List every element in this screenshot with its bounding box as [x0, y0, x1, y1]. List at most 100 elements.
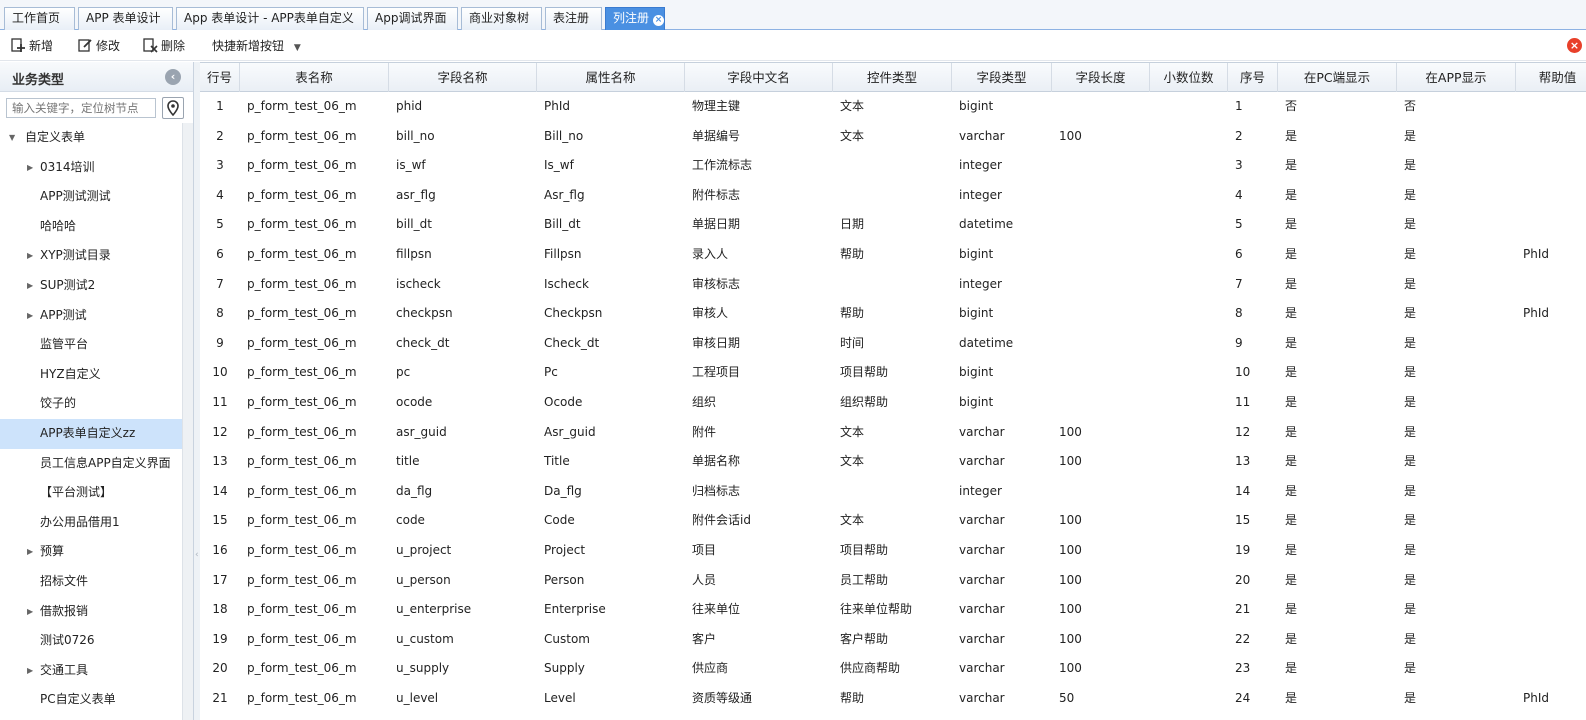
tree-item[interactable]: 哈哈哈 — [0, 212, 182, 242]
column-header[interactable]: 帮助值 — [1516, 63, 1586, 92]
table-cell: Project — [544, 543, 586, 557]
column-header[interactable]: 在APP显示 — [1397, 63, 1516, 92]
tree-item[interactable]: ▶ 交通工具 — [0, 656, 182, 686]
collapse-left-icon[interactable]: ‹ — [165, 69, 181, 85]
tree-item[interactable]: 测试0726 — [0, 626, 182, 656]
tab-table-register[interactable]: 表注册 — [545, 7, 602, 30]
tree-item[interactable]: 饺子的 — [0, 389, 182, 419]
tree-item[interactable]: APP表单自定义zz — [0, 419, 182, 449]
table-cell — [1516, 536, 1586, 566]
table-cell: bill_no — [396, 128, 435, 143]
collapsed-arrow-icon[interactable]: ▶ — [27, 597, 33, 626]
collapsed-arrow-icon[interactable]: ▶ — [27, 301, 33, 330]
tab-column-register[interactable]: 列注册 × — [605, 7, 665, 30]
table-cell: 是 — [1404, 543, 1417, 557]
column-header[interactable]: 字段长度 — [1052, 63, 1150, 92]
collapsed-arrow-icon[interactable]: ▶ — [27, 537, 33, 566]
table-cell — [1052, 181, 1150, 211]
tree-item[interactable]: 办公用品借用1 — [0, 508, 182, 538]
table-row[interactable]: 5 p_form_test_06_m bill_dt Bill_dt 单据日期 日期 dat… — [200, 210, 1586, 240]
column-header[interactable]: 在PC端显示 — [1278, 63, 1397, 92]
table-cell: 审核日期 — [692, 335, 741, 350]
table-cell: 是 — [1285, 454, 1298, 469]
column-header[interactable]: 表名称 — [240, 63, 389, 92]
tab-app-debug[interactable]: App调试界面 — [367, 7, 458, 30]
column-header[interactable]: 控件类型 — [833, 63, 952, 92]
column-header[interactable]: 字段类型 — [952, 63, 1052, 92]
edit-button[interactable]: 修改 — [77, 37, 120, 55]
tree-item[interactable]: PC自定义表单 — [0, 685, 182, 715]
tree-item[interactable]: ▶ 预算 — [0, 537, 182, 567]
table-row[interactable]: 10 p_form_test_06_m pc Pc 工程项目 项目帮助 bigint 10 是 是 — [200, 358, 1586, 388]
tree-item[interactable]: ▶ APP测试 — [0, 301, 182, 331]
table-cell: 7 — [216, 276, 224, 291]
column-header[interactable]: 属性名称 — [537, 63, 685, 92]
column-header[interactable]: 小数位数 — [1150, 63, 1228, 92]
table-cell: bill_dt — [396, 217, 432, 232]
tab-app-form-design[interactable]: APP 表单设计 — [78, 7, 173, 30]
tree-item[interactable]: 招标文件 — [0, 567, 182, 597]
collapsed-arrow-icon[interactable]: ▶ — [27, 241, 33, 270]
table-cell: 帮助 — [840, 247, 865, 261]
quick-add-dropdown[interactable]: 快捷新增按钮 ▼ — [212, 37, 301, 55]
tree-item[interactable]: APP测试测试 — [0, 182, 182, 212]
tree-item[interactable]: 【平台测试】 — [0, 478, 182, 508]
tab-business-object-tree[interactable]: 商业对象树 — [461, 7, 542, 30]
table-row[interactable]: 18 p_form_test_06_m u_enterprise Enterprise… — [200, 595, 1586, 625]
tree-item[interactable]: ▼ 自定义表单 — [0, 123, 182, 153]
table-cell: 附件会话id — [692, 513, 751, 528]
table-row[interactable]: 19 p_form_test_06_m u_custom Custom 客户 客户帮助 va… — [200, 625, 1586, 655]
table-row[interactable]: 16 p_form_test_06_m u_project Project 项目 项目帮助… — [200, 536, 1586, 566]
tab-close-icon[interactable]: × — [653, 15, 664, 26]
table-row[interactable]: 7 p_form_test_06_m ischeck Ischeck 审核标志 integ… — [200, 270, 1586, 300]
table-row[interactable]: 12 p_form_test_06_m asr_guid Asr_guid 附件 文本 va… — [200, 418, 1586, 448]
tree-item[interactable]: HYZ自定义 — [0, 360, 182, 390]
table-cell: 客户 — [692, 631, 717, 646]
column-header[interactable]: 字段中文名 — [685, 63, 833, 92]
tree-item-label: 招标文件 — [40, 574, 89, 588]
table-cell: Fillpsn — [544, 247, 582, 261]
tree-item[interactable]: ▶ 借款报销 — [0, 597, 182, 627]
table-cell: 是 — [1285, 631, 1298, 646]
add-button[interactable]: 新增 — [10, 37, 53, 55]
tree-item[interactable]: 员工信息APP自定义界面 — [0, 449, 182, 479]
table-row[interactable]: 8 p_form_test_06_m checkpsn Checkpsn 审核人 帮助 bi… — [200, 299, 1586, 329]
close-icon[interactable]: × — [1567, 38, 1582, 53]
table-row[interactable]: 6 p_form_test_06_m fillpsn Fillpsn 录入人 帮助 bigi… — [200, 240, 1586, 270]
tab-app-form-custom[interactable]: App 表单设计 - APP表单自定义 — [176, 7, 364, 30]
table-row[interactable]: 2 p_form_test_06_m bill_no Bill_no 单据编号 文本 var… — [200, 122, 1586, 152]
table-row[interactable]: 3 p_form_test_06_m is_wf Is_wf 工作流标志 integer 3… — [200, 151, 1586, 181]
column-header[interactable]: 序号 — [1228, 63, 1278, 92]
column-header[interactable]: 字段名称 — [389, 63, 537, 92]
tree-item[interactable]: ▶ SUP测试2 — [0, 271, 182, 301]
tree-item[interactable]: ▶ XYP测试目录 — [0, 241, 182, 271]
column-header[interactable]: 行号 — [200, 63, 240, 92]
table-cell: 是 — [1285, 128, 1298, 143]
tree-search-input[interactable] — [6, 98, 156, 118]
delete-button[interactable]: 删除 — [142, 37, 185, 55]
table-row[interactable]: 20 p_form_test_06_m u_supply Supply 供应商 供应商帮助… — [200, 654, 1586, 684]
table-row[interactable]: 15 p_form_test_06_m code Code 附件会话id 文本 varcha… — [200, 506, 1586, 536]
locate-button[interactable] — [162, 97, 184, 119]
table-row[interactable]: 1 p_form_test_06_m phid PhId 物理主键 文本 bigint 1 否 否 — [200, 92, 1586, 122]
table-row[interactable]: 21 p_form_test_06_m u_level Level 资质等级通 帮助 var… — [200, 684, 1586, 714]
tree-item[interactable]: 监管平台 — [0, 330, 182, 360]
tree-scrollbar[interactable] — [182, 123, 193, 720]
tab-home[interactable]: 工作首页 — [4, 7, 75, 30]
expanded-arrow-icon[interactable]: ▼ — [9, 123, 15, 152]
table-cell: datetime — [959, 335, 1014, 350]
table-row[interactable]: 14 p_form_test_06_m da_flg Da_flg 归档标志 intege… — [200, 477, 1586, 507]
collapsed-arrow-icon[interactable]: ▶ — [27, 153, 33, 182]
table-row[interactable]: 11 p_form_test_06_m ocode Ocode 组织 组织帮助 bigint… — [200, 388, 1586, 418]
tree-item[interactable]: ▶ 0314培训 — [0, 153, 182, 183]
table-cell — [1150, 358, 1228, 388]
collapsed-arrow-icon[interactable]: ▶ — [27, 271, 33, 300]
collapsed-arrow-icon[interactable]: ▶ — [27, 656, 33, 685]
table-cell: ischeck — [396, 276, 441, 291]
table-row[interactable]: 17 p_form_test_06_m u_person Person 人员 员工帮助 va… — [200, 566, 1586, 596]
table-row[interactable]: 13 p_form_test_06_m title Title 单据名称 文本 varcha… — [200, 447, 1586, 477]
table-cell: 往来单位 — [692, 602, 741, 617]
table-row[interactable]: 4 p_form_test_06_m asr_flg Asr_flg 附件标志 integ… — [200, 181, 1586, 211]
table-cell: Bill_dt — [544, 217, 581, 232]
table-row[interactable]: 9 p_form_test_06_m check_dt Check_dt 审核日期 时间 d… — [200, 329, 1586, 359]
